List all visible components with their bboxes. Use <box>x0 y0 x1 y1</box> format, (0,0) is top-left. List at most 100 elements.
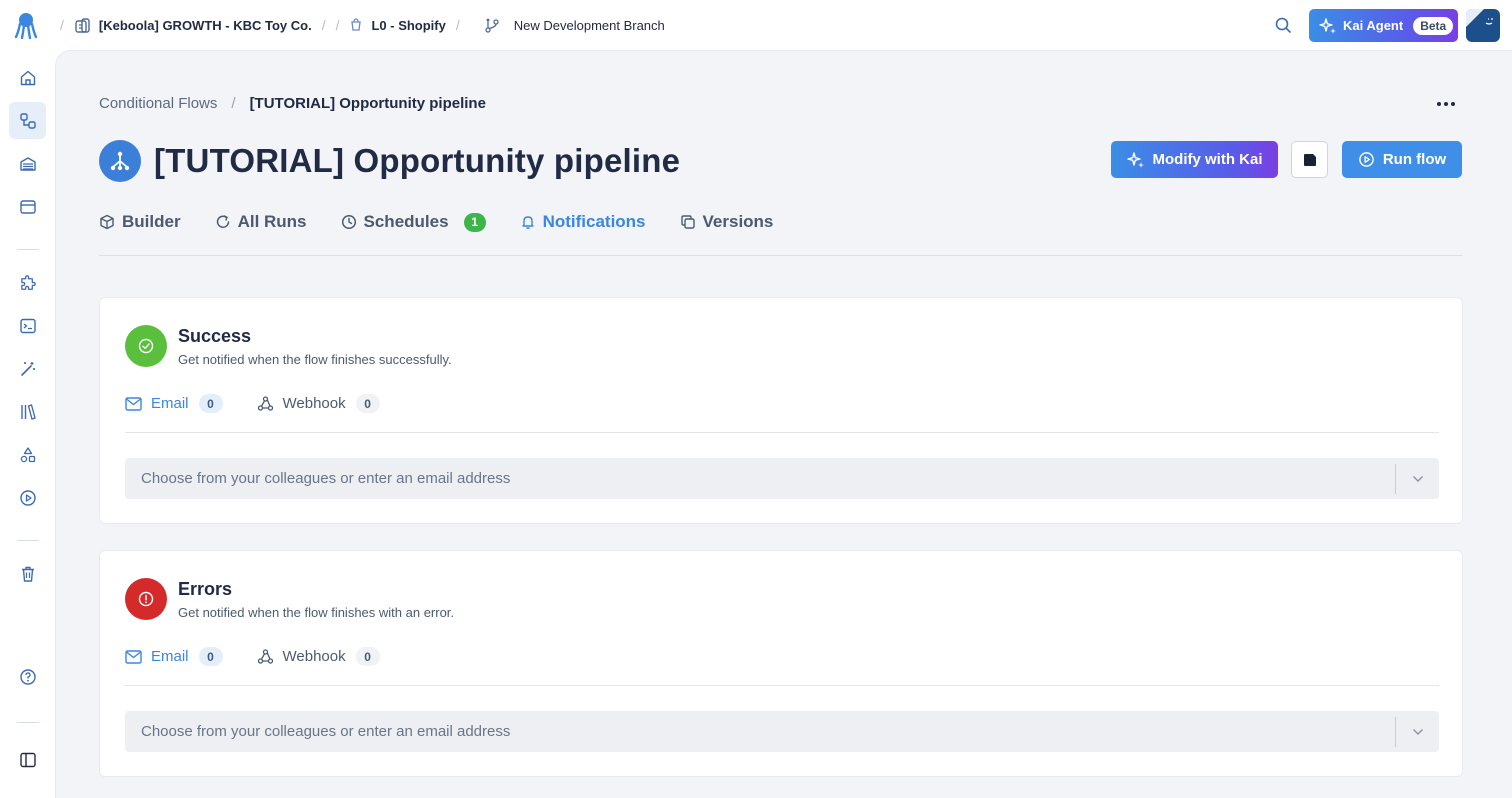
search-icon[interactable] <box>1274 16 1292 34</box>
tab-all-runs[interactable]: All Runs <box>215 210 307 234</box>
tab-label: Builder <box>122 212 181 231</box>
flows-icon[interactable] <box>9 102 46 139</box>
run-flow-button[interactable]: Run flow <box>1342 141 1462 178</box>
sparkles-icon <box>1319 17 1336 34</box>
refresh-icon <box>216 215 229 228</box>
puzzle-icon[interactable] <box>9 264 46 301</box>
building-icon <box>75 17 90 33</box>
email-tab-label: Email <box>151 395 189 412</box>
copy-icon <box>680 215 695 229</box>
play-circle-icon <box>1359 152 1374 167</box>
save-icon <box>1303 153 1316 166</box>
library-icon[interactable] <box>9 393 46 430</box>
help-icon[interactable] <box>9 658 46 695</box>
tab-label: Notifications <box>542 212 646 231</box>
chevron-down-icon[interactable] <box>1396 728 1439 736</box>
home-icon[interactable] <box>9 59 46 96</box>
kai-agent-label: Kai Agent <box>1343 18 1404 33</box>
sidebar <box>0 50 56 798</box>
sidebar-divider <box>17 249 39 250</box>
select-placeholder: Choose from your colleagues or enter an … <box>141 470 511 487</box>
breadcrumb-parent-link[interactable]: Conditional Flows <box>99 95 217 112</box>
tab-versions[interactable]: Versions <box>680 210 774 234</box>
modify-with-kai-label: Modify with Kai <box>1152 151 1263 168</box>
email-recipients-select[interactable]: Choose from your colleagues or enter an … <box>125 711 1439 752</box>
schedules-count-badge: 1 <box>463 212 486 232</box>
more-actions-icon[interactable] <box>1434 95 1458 113</box>
tab-schedules[interactable]: Schedules 1 <box>341 210 486 234</box>
project-selector[interactable]: [Keboola] GROWTH - KBC Toy Co. <box>74 17 312 34</box>
component-name: L0 - Shopify <box>371 17 446 33</box>
email-tab-label: Email <box>151 648 189 665</box>
terminal-icon[interactable] <box>9 307 46 344</box>
card-description: Get notified when the flow finishes succ… <box>178 352 452 367</box>
tab-builder[interactable]: Builder <box>99 210 181 234</box>
webhook-count-badge: 0 <box>355 394 380 413</box>
shapes-icon[interactable] <box>9 436 46 473</box>
magic-wand-icon[interactable] <box>9 350 46 387</box>
email-tab[interactable]: Email 0 <box>125 394 223 413</box>
email-count-badge: 0 <box>198 394 223 413</box>
select-placeholder: Choose from your colleagues or enter an … <box>141 723 511 740</box>
beta-badge: Beta <box>1413 16 1454 35</box>
tab-label: All Runs <box>237 212 307 231</box>
error-status-icon <box>125 578 167 620</box>
tab-notifications[interactable]: Notifications <box>520 210 646 234</box>
mail-icon <box>125 649 142 664</box>
breadcrumb-separator: / <box>455 17 460 33</box>
page-header: [TUTORIAL] Opportunity pipeline <box>99 140 680 182</box>
webhook-tab-label: Webhook <box>282 648 346 665</box>
breadcrumb-separator: / <box>60 17 64 33</box>
email-count-badge: 0 <box>198 647 223 666</box>
clock-icon <box>341 214 356 230</box>
page-breadcrumb: Conditional Flows / [TUTORIAL] Opportuni… <box>99 95 486 112</box>
card-description: Get notified when the flow finishes with… <box>178 605 455 620</box>
webhook-icon <box>257 396 273 411</box>
webhook-tab-label: Webhook <box>282 395 346 412</box>
tab-label: Versions <box>702 212 774 231</box>
shopify-icon <box>351 18 362 31</box>
mail-icon <box>125 396 142 411</box>
email-recipients-select[interactable]: Choose from your colleagues or enter an … <box>125 458 1439 499</box>
chevron-down-icon[interactable] <box>1396 475 1439 483</box>
breadcrumb-separator: / <box>321 17 326 33</box>
top-bar: / [Keboola] GROWTH - KBC Toy Co. / / L0 … <box>0 0 1512 50</box>
errors-notification-card: Errors Get notified when the flow finish… <box>99 550 1463 777</box>
tab-label: Schedules <box>363 212 449 231</box>
user-avatar[interactable] <box>1466 9 1500 42</box>
sidebar-divider <box>17 540 39 541</box>
breadcrumb-separator: / <box>335 17 340 33</box>
sidebar-divider <box>17 722 39 723</box>
top-breadcrumb: / [Keboola] GROWTH - KBC Toy Co. / / L0 … <box>50 0 665 50</box>
kai-agent-button[interactable]: Kai Agent Beta <box>1309 9 1458 42</box>
flow-tabs: Builder All Runs Schedules 1 Notificatio… <box>99 210 1463 256</box>
cube-icon <box>100 214 114 230</box>
branch-selector[interactable]: New Development Branch <box>484 17 665 33</box>
breadcrumb-current: [TUTORIAL] Opportunity pipeline <box>249 95 486 112</box>
webhook-tab[interactable]: Webhook 0 <box>257 647 380 666</box>
main-content: Conditional Flows / [TUTORIAL] Opportuni… <box>55 50 1512 798</box>
bell-icon <box>521 216 534 229</box>
keboola-logo-icon[interactable] <box>14 11 38 39</box>
email-tab[interactable]: Email 0 <box>125 647 223 666</box>
component-selector[interactable]: L0 - Shopify <box>349 17 446 33</box>
panel-toggle-icon[interactable] <box>9 741 46 778</box>
modify-with-kai-button[interactable]: Modify with Kai <box>1111 141 1278 178</box>
run-flow-label: Run flow <box>1382 151 1447 168</box>
git-branch-icon <box>485 18 499 33</box>
play-circle-icon[interactable] <box>9 479 46 516</box>
card-title: Success <box>178 326 252 346</box>
project-name: [Keboola] GROWTH - KBC Toy Co. <box>98 17 312 33</box>
webhook-count-badge: 0 <box>355 647 380 666</box>
webhook-tab[interactable]: Webhook 0 <box>257 394 380 413</box>
sparkles-icon <box>1126 151 1144 168</box>
trash-icon[interactable] <box>9 555 46 592</box>
components-icon[interactable] <box>9 188 46 225</box>
storage-icon[interactable] <box>9 145 46 182</box>
save-button[interactable] <box>1291 141 1328 178</box>
flow-icon <box>99 140 141 182</box>
card-divider <box>125 432 1439 433</box>
channel-tabs: Email 0 Webhook 0 <box>125 647 414 666</box>
branch-name: New Development Branch <box>513 17 665 33</box>
card-divider <box>125 685 1439 686</box>
